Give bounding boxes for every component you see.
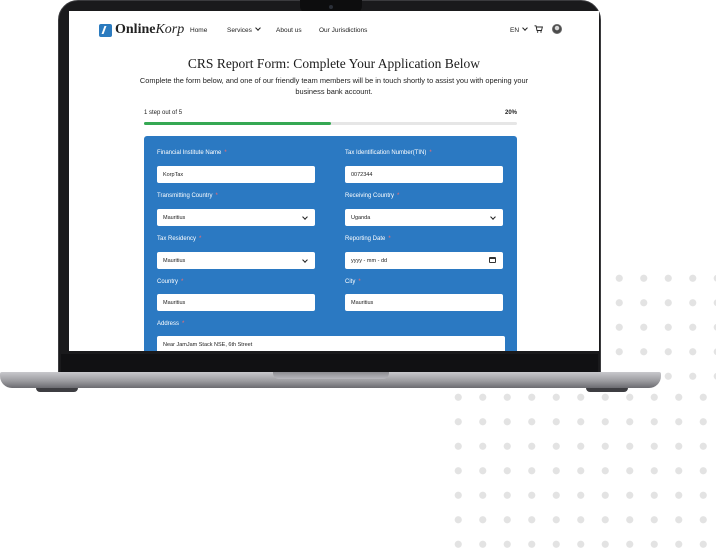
label-city: City * xyxy=(345,279,361,285)
address-input[interactable]: Near JamJam Stack NSE, 6th Street xyxy=(157,336,505,351)
progress-step-label: 1 step out of 5 xyxy=(144,110,183,116)
chevron-down-icon xyxy=(490,214,496,220)
logo-text: OnlineKorp xyxy=(115,22,185,37)
cart-icon[interactable] xyxy=(534,25,543,33)
nav-link-services[interactable]: Services xyxy=(227,25,261,34)
camera-icon xyxy=(329,5,333,9)
tin-input[interactable]: 0072344 xyxy=(345,166,503,183)
label-financial-institute: Financial Institute Name * xyxy=(157,150,227,156)
laptop-opening-notch xyxy=(273,372,389,379)
progress-bar-fill xyxy=(144,122,331,125)
laptop-foot xyxy=(36,388,78,392)
dot-pattern-decoration xyxy=(604,262,716,387)
label-tax-residency: Tax Residency * xyxy=(157,236,202,242)
transmitting-country-select[interactable]: Mauritius xyxy=(157,209,315,226)
page-subtitle: Complete the form below, and one of our … xyxy=(139,76,529,96)
chevron-down-icon xyxy=(302,257,308,263)
label-address: Address * xyxy=(157,321,185,327)
laptop-bezel-bottom xyxy=(61,354,598,373)
language-label: EN xyxy=(510,27,520,34)
chevron-down-icon xyxy=(255,25,261,31)
laptop-foot xyxy=(586,388,628,392)
page-title: CRS Report Form: Complete Your Applicati… xyxy=(187,56,481,71)
nav-link-home[interactable]: Home xyxy=(190,27,207,34)
nav-link-about[interactable]: About us xyxy=(276,27,302,34)
dot-pattern-decoration xyxy=(443,383,716,559)
city-input[interactable]: Mauritius xyxy=(345,294,503,311)
logo[interactable]: OnlineKorp xyxy=(99,22,184,38)
label-tin: Tax Identification Number(TIN) * xyxy=(345,150,432,156)
avatar-icon[interactable] xyxy=(552,24,562,34)
chevron-down-icon xyxy=(302,214,308,220)
chevron-down-icon xyxy=(522,25,528,31)
progress-bar xyxy=(144,122,517,125)
label-receiving-country: Receiving Country * xyxy=(345,193,400,199)
financial-institute-input[interactable]: KorpTax xyxy=(157,166,315,183)
label-reporting-date: Reporting Date * xyxy=(345,236,391,242)
language-selector[interactable]: EN xyxy=(510,25,528,34)
country-input[interactable]: Mauritius xyxy=(157,294,315,311)
laptop-screen: OnlineKorp Home Services About us Our Ju… xyxy=(69,11,599,351)
label-transmitting-country: Transmitting Country * xyxy=(157,193,218,199)
crs-report-form: Financial Institute Name * KorpTax Tax Id… xyxy=(144,136,517,351)
reporting-date-input[interactable]: yyyy - mm - dd xyxy=(345,252,503,269)
nav-link-jurisdictions[interactable]: Our Jurisdictions xyxy=(319,27,367,34)
tax-residency-select[interactable]: Mauritius xyxy=(157,252,315,269)
label-country: Country * xyxy=(157,279,184,285)
nav-link-services-label: Services xyxy=(227,27,252,34)
calendar-icon[interactable] xyxy=(489,257,496,263)
logo-icon xyxy=(99,23,112,37)
progress-percent: 20% xyxy=(504,110,517,116)
receiving-country-select[interactable]: Uganda xyxy=(345,209,503,226)
